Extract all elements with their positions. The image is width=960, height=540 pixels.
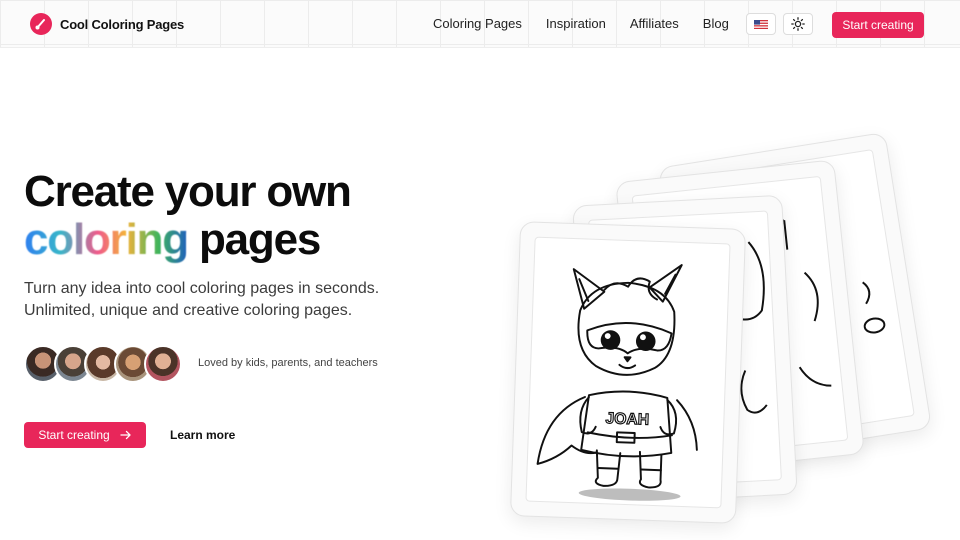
start-creating-button[interactable]: Start creating — [24, 422, 146, 448]
language-button[interactable] — [746, 13, 776, 35]
brush-logo-icon — [30, 13, 52, 35]
start-creating-header-button[interactable]: Start creating — [832, 12, 924, 38]
theme-toggle-button[interactable] — [783, 13, 813, 35]
brand-name: Cool Coloring Pages — [60, 16, 185, 32]
learn-more-link[interactable]: Learn more — [170, 428, 235, 442]
nav-affiliates[interactable]: Affiliates — [630, 16, 679, 31]
hero-subtitle: Turn any idea into cool coloring pages i… — [24, 280, 380, 319]
character-name-text: JOAH — [605, 410, 649, 429]
start-creating-label: Start creating — [38, 428, 110, 442]
hero-title-rest: pages — [187, 215, 321, 264]
nav-inspiration[interactable]: Inspiration — [546, 16, 606, 31]
superhero-cat-drawing: JOAH — [536, 264, 698, 501]
coloring-page-preview-card: JOAH — [509, 221, 747, 524]
avatar-group — [24, 345, 182, 383]
coloring-page-preview: JOAH — [525, 236, 731, 509]
hero-title-line2: coloring pages — [24, 216, 351, 264]
main-nav: Coloring Pages Inspiration Affiliates Bl… — [433, 16, 753, 31]
nav-blog[interactable]: Blog — [703, 16, 729, 31]
social-proof-text: Loved by kids, parents, and teachers — [198, 357, 378, 369]
landing-page: Cool Coloring Pages Coloring Pages Inspi… — [0, 0, 960, 540]
hero-title-gradient-word: coloring — [24, 215, 189, 264]
us-flag-icon — [754, 19, 768, 29]
hero-title: Create your own coloring pages — [24, 167, 352, 264]
nav-coloring-pages[interactable]: Coloring Pages — [433, 16, 522, 31]
avatar — [144, 345, 182, 383]
brand[interactable]: Cool Coloring Pages — [30, 13, 184, 35]
arrow-right-icon — [120, 430, 131, 440]
top-header: Cool Coloring Pages Coloring Pages Inspi… — [0, 0, 960, 48]
sun-icon — [791, 17, 805, 31]
hero-title-line1: Create your own — [24, 167, 352, 216]
